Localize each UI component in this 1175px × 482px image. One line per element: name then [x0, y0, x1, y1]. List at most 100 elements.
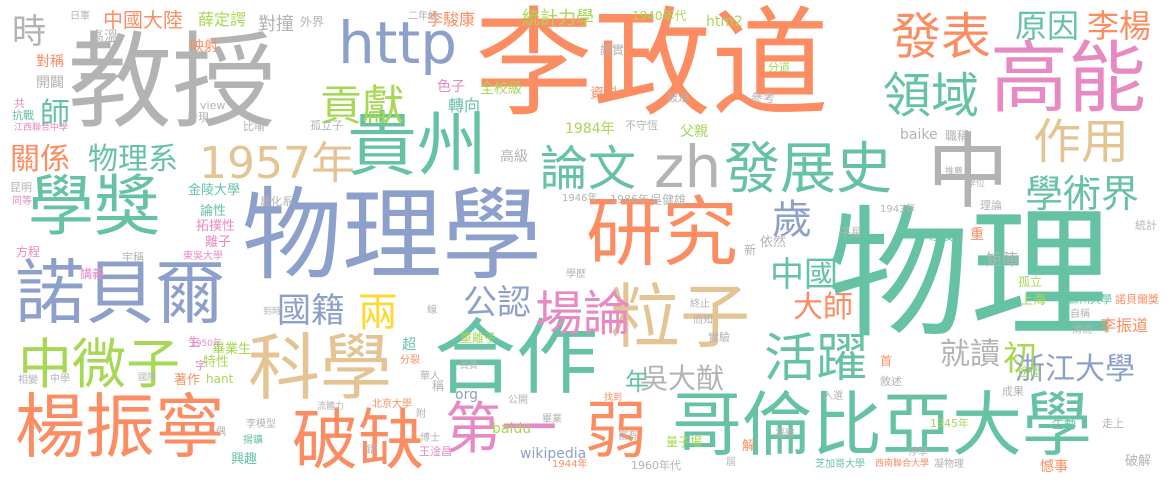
word: 發展史 [724, 137, 892, 202]
word: 職稱 [945, 129, 970, 143]
word: 吳大猷 [640, 362, 725, 395]
word: 西南聯合大學 [875, 459, 930, 469]
word: 重 [970, 227, 984, 243]
word: 原因 [1015, 7, 1080, 45]
word: 特性 [203, 355, 230, 370]
word: 參考 [751, 91, 776, 105]
word: 時 [12, 12, 46, 52]
word: 憾事 [1040, 459, 1068, 475]
word: 拓撲性 [196, 219, 236, 234]
word: 發現 [187, 111, 209, 124]
word: 東吳大學 [183, 251, 223, 262]
word: 領域 [883, 68, 980, 124]
word: 開闢 [36, 75, 64, 91]
word: 大師 [793, 290, 853, 325]
word: 高能 [990, 34, 1147, 124]
word: 全校級 [480, 81, 522, 97]
word: 實驗 [708, 331, 730, 344]
word: 新 [744, 243, 757, 257]
word: 敘述 [880, 375, 902, 388]
word: 1957年 [199, 138, 355, 189]
word-cloud: 物理 李政道 物理學 教授 楊振寧 哥倫比亞大學 合作 研究 高能 中 學獎 諾… [0, 0, 1175, 482]
word: 1946年 [562, 193, 598, 204]
word: org [455, 387, 478, 403]
word: 附 [416, 409, 426, 420]
word: 凝聚 [775, 429, 795, 440]
word: 破解 [1125, 454, 1152, 469]
word: 走上 [1102, 417, 1124, 430]
word: htm2 [706, 14, 743, 30]
word: 王淦昌 [419, 445, 452, 458]
word: 歲 [772, 197, 812, 243]
word: 高級 [500, 149, 528, 165]
word: 李振道 [1100, 316, 1149, 335]
word: 中學 [50, 374, 70, 385]
word: 重離子 [460, 331, 497, 345]
word: 關係 [10, 142, 70, 177]
word: 華人 [420, 371, 440, 382]
word: 講義 [80, 267, 105, 281]
word: 國籍 [277, 291, 345, 331]
word: 比喻 [243, 120, 265, 133]
word: 入選 [823, 391, 843, 402]
word: baike [900, 127, 938, 143]
word: 相變 [18, 375, 38, 386]
word: 李模型 [246, 419, 276, 430]
word: 金陵大學 [188, 183, 241, 198]
word: 證實 [600, 43, 625, 57]
word: 就讀 [940, 337, 1000, 372]
word: 破缺 [292, 402, 424, 479]
word: 外界 [300, 15, 325, 29]
word: 被迫 [667, 91, 689, 104]
word: 學獎 [28, 168, 160, 245]
word: 色子 [437, 79, 465, 95]
word: 1984年 [565, 121, 615, 137]
word: 途徑 [1017, 365, 1042, 379]
word: 字 [195, 359, 206, 372]
word: 找到 [604, 393, 623, 403]
word: 國際 [138, 373, 157, 383]
word: 1944年 [552, 459, 588, 470]
word: 方程 [16, 245, 41, 259]
word: 哥倫比亞大學 [672, 384, 1092, 466]
word: 諾貝爾獎 [1115, 293, 1159, 306]
word: 上海 [1020, 293, 1047, 308]
word: zh [654, 133, 722, 201]
word: 學歷 [566, 269, 586, 280]
word: 活躍 [764, 329, 869, 389]
word: 科學 [248, 326, 393, 410]
word: 著作 [174, 373, 201, 388]
word: 超 [402, 337, 416, 353]
word: 子星 [840, 226, 862, 239]
word: 北京大學 [372, 399, 412, 410]
word: 學術界 [1025, 172, 1140, 216]
word: 清流 [1072, 325, 1092, 336]
word: 到時 [263, 307, 282, 317]
word: 中國 [770, 255, 838, 295]
word: 矩陣 [986, 250, 1019, 269]
word: 資料 [590, 86, 618, 102]
word: 生 [188, 335, 201, 349]
word: 孤立子 [310, 119, 343, 132]
word: 統計 [1135, 219, 1157, 232]
word: 年 [625, 368, 649, 396]
word: 中國大陸 [103, 8, 183, 32]
word: 理論 [980, 199, 1002, 212]
word: 孤立 [1018, 275, 1043, 289]
word: 中微子 [18, 333, 180, 396]
word: 發表 [891, 8, 991, 66]
word: 1940年代 [632, 9, 687, 23]
word: 偶 [216, 427, 226, 438]
word: 統計力學 [522, 8, 594, 29]
word: 日軍 [70, 11, 90, 22]
word: 父親 [680, 124, 708, 140]
word: 生動 [1052, 417, 1077, 431]
word: 富有 [618, 431, 638, 442]
word: baidu [492, 421, 532, 437]
word: 流體力 [317, 402, 345, 412]
word: 共 [14, 97, 25, 110]
word: 1986年 [610, 193, 649, 206]
word: 同等 [12, 196, 32, 207]
word: 興趣 [231, 452, 258, 467]
word: 自稱 [1070, 309, 1090, 320]
